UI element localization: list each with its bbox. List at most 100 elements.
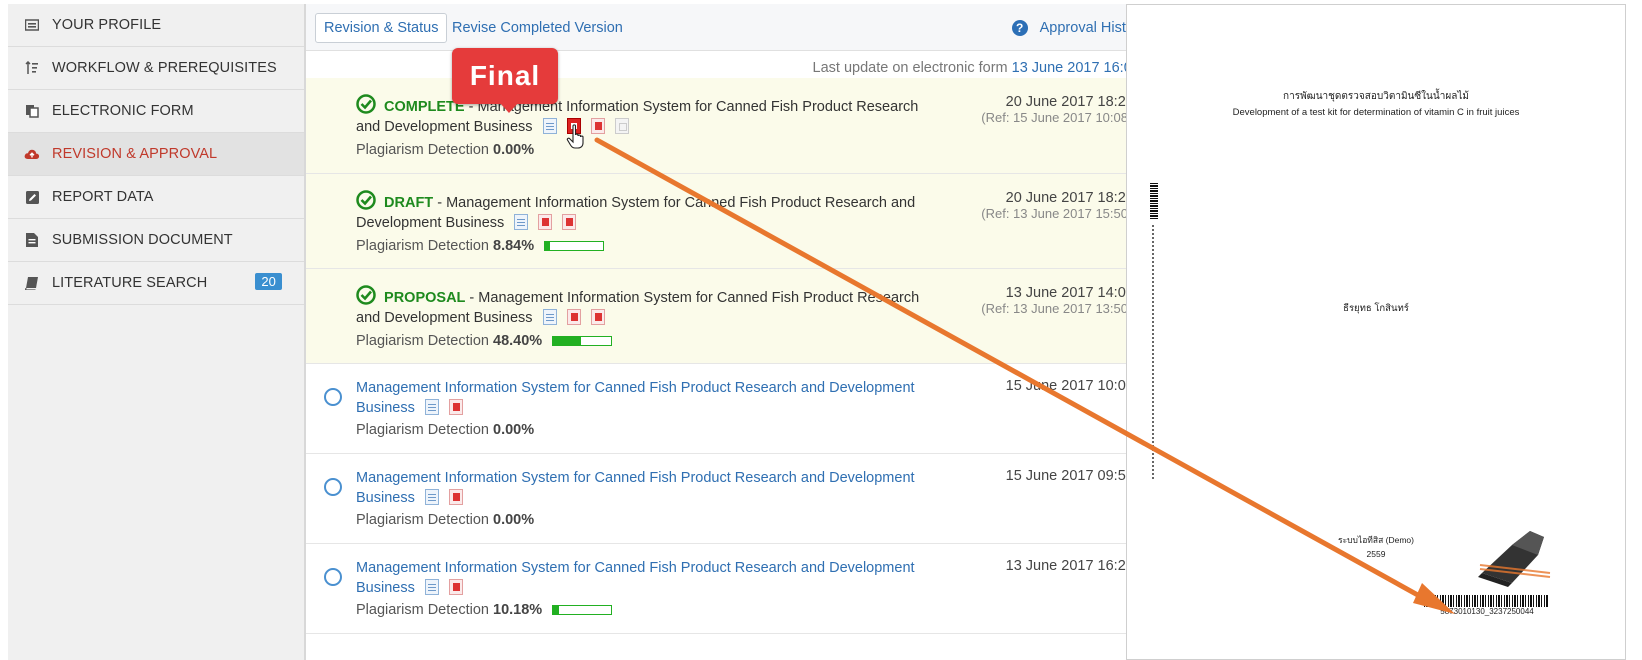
tab-bar: Revision & Status Revise Completed Versi…	[306, 4, 1166, 51]
sidebar-item-label: SUBMISSION DOCUMENT	[52, 232, 233, 248]
sidebar-item-your-profile[interactable]: YOUR PROFILE	[8, 4, 304, 47]
status-label: PROPOSAL	[384, 290, 466, 306]
plagiarism-label: Plagiarism Detection	[356, 142, 489, 158]
book-icon	[24, 275, 40, 291]
plagiarism-label: Plagiarism Detection	[356, 602, 489, 618]
plagiarism-detection: Plagiarism Detection 10.18%	[356, 602, 613, 618]
plagiarism-detection: Plagiarism Detection 8.84%	[356, 238, 605, 254]
plagiarism-detection: Plagiarism Detection 0.00%	[356, 142, 534, 158]
sidebar-item-label: YOUR PROFILE	[52, 17, 162, 33]
sidebar-item-label: REPORT DATA	[52, 189, 154, 205]
sidebar-item-report-data[interactable]: REPORT DATA	[8, 176, 304, 219]
revision-title[interactable]: Management Information System for Canned…	[356, 468, 936, 508]
pdf-file-icon[interactable]	[538, 214, 553, 230]
plagiarism-value: 48.40%	[493, 333, 543, 349]
pdf-file-icon[interactable]	[448, 579, 463, 595]
edit-square-icon	[24, 189, 40, 205]
pdf-file-icon[interactable]	[448, 399, 463, 415]
check-circle-icon	[356, 285, 376, 305]
revision-row[interactable]: Management Information System for Canned…	[306, 454, 1166, 544]
revision-title-text: Management Information System for Canned…	[356, 560, 915, 596]
sidebar-item-label: REVISION & APPROVAL	[52, 146, 218, 162]
revision-title: COMPLETE - Management Information System…	[356, 94, 936, 137]
word-file-icon[interactable]	[424, 579, 439, 595]
revision-row[interactable]: Management Information System for Canned…	[306, 544, 1166, 634]
document-preview: การพัฒนาชุดตรวจสอบวิตามินซีในน้ำผลไม้ De…	[1126, 4, 1626, 660]
sort-list-icon	[24, 60, 40, 76]
plagiarism-detection: Plagiarism Detection 0.00%	[356, 512, 534, 528]
tab-revision-status[interactable]: Revision & Status	[315, 13, 448, 43]
document-organization: ระบบไอทีสิส (Demo)	[1338, 535, 1414, 545]
plagiarism-label: Plagiarism Detection	[356, 238, 489, 254]
word-file-icon[interactable]	[424, 399, 439, 415]
revision-row[interactable]: DRAFT - Management Information System fo…	[306, 174, 1166, 269]
copy-doc-icon	[24, 103, 40, 119]
barcode-number: 5873010130_3237250044	[1440, 607, 1534, 616]
word-file-icon[interactable]	[542, 118, 557, 134]
sidebar-item-revision-approval[interactable]: REVISION & APPROVAL	[8, 133, 304, 176]
document-author: ธีรยุทธ โกสินทร์	[1343, 303, 1409, 314]
sidebar-item-submission-document[interactable]: SUBMISSION DOCUMENT	[8, 219, 304, 262]
radio-button[interactable]	[324, 478, 342, 496]
revision-row[interactable]: COMPLETE - Management Information System…	[306, 78, 1166, 174]
plagiarism-value: 10.18%	[493, 602, 543, 618]
cloud-upload-icon	[24, 146, 40, 162]
revision-title: PROPOSAL - Management Information System…	[356, 285, 936, 328]
tab-revise-completed-version[interactable]: Revise Completed Version	[444, 13, 631, 43]
sidebar-item-label: ELECTRONIC FORM	[52, 103, 194, 119]
last-update-label: Last update on electronic form	[812, 60, 1008, 76]
hand-cursor-icon	[566, 124, 584, 149]
revision-title: DRAFT - Management Information System fo…	[356, 190, 936, 233]
vertical-barcode-caption	[1152, 225, 1154, 481]
word-file-icon[interactable]	[514, 214, 529, 230]
plagiarism-detection: Plagiarism Detection 48.40%	[356, 333, 613, 349]
pdf-file-icon[interactable]	[590, 118, 605, 134]
main-panel: Revision & Status Revise Completed Versi…	[305, 4, 1167, 660]
disabled-file-icon	[614, 118, 629, 134]
plagiarism-label: Plagiarism Detection	[356, 333, 489, 349]
revision-title-text: Management Information System for Canned…	[356, 470, 915, 506]
check-circle-icon	[356, 190, 376, 210]
plagiarism-progress-bar	[544, 241, 605, 252]
sidebar-item-electronic-form[interactable]: ELECTRONIC FORM	[8, 90, 304, 133]
document-title-thai: การพัฒนาชุดตรวจสอบวิตามินซีในน้ำผลไม้	[1283, 91, 1469, 102]
question-circle-icon: ?	[1011, 20, 1028, 36]
pdf-file-icon[interactable]	[590, 309, 605, 325]
sidebar-item-label: LITERATURE SEARCH	[52, 275, 208, 291]
id-card-icon	[24, 17, 40, 33]
sidebar-item-literature-search[interactable]: LITERATURE SEARCH 20	[8, 262, 304, 305]
plagiarism-label: Plagiarism Detection	[356, 512, 489, 528]
count-badge: 20	[255, 273, 282, 290]
barcode-scanner-image	[1472, 525, 1552, 595]
pdf-file-icon[interactable]	[566, 309, 581, 325]
sidebar-item-label: WORKFLOW & PREREQUISITES	[52, 60, 277, 76]
revision-row[interactable]: Management Information System for Canned…	[306, 364, 1166, 454]
revision-title[interactable]: Management Information System for Canned…	[356, 378, 936, 418]
revision-title-text: Management Information System for Canned…	[356, 380, 915, 416]
sidebar-nav: YOUR PROFILE WORKFLOW & PREREQUISITES EL…	[8, 4, 305, 660]
plagiarism-progress-fill	[553, 337, 582, 346]
last-update-text: Last update on electronic form 13 June 2…	[813, 60, 1160, 76]
radio-button[interactable]	[324, 568, 342, 586]
revision-title[interactable]: Management Information System for Canned…	[356, 558, 936, 598]
sidebar-item-workflow[interactable]: WORKFLOW & PREREQUISITES	[8, 47, 304, 90]
status-label: DRAFT	[384, 195, 434, 211]
vertical-barcode	[1150, 183, 1158, 219]
revision-row[interactable]: PROPOSAL - Management Information System…	[306, 269, 1166, 364]
document-icon	[24, 232, 40, 248]
pdf-file-icon[interactable]	[448, 489, 463, 505]
revision-title-text: Management Information System for Canned…	[356, 195, 916, 231]
plagiarism-progress-fill	[553, 606, 560, 615]
document-title-english: Development of a test kit for determinat…	[1232, 107, 1520, 118]
plagiarism-progress-bar	[552, 605, 613, 616]
plagiarism-progress-bar	[552, 336, 613, 347]
plagiarism-value: 0.00%	[493, 512, 535, 528]
radio-button[interactable]	[324, 388, 342, 406]
plagiarism-value: 0.00%	[493, 142, 535, 158]
plagiarism-value: 8.84%	[493, 238, 535, 254]
pdf-file-icon[interactable]	[562, 214, 577, 230]
check-circle-icon	[356, 94, 376, 114]
plagiarism-label: Plagiarism Detection	[356, 422, 489, 438]
word-file-icon[interactable]	[424, 489, 439, 505]
word-file-icon[interactable]	[542, 309, 557, 325]
